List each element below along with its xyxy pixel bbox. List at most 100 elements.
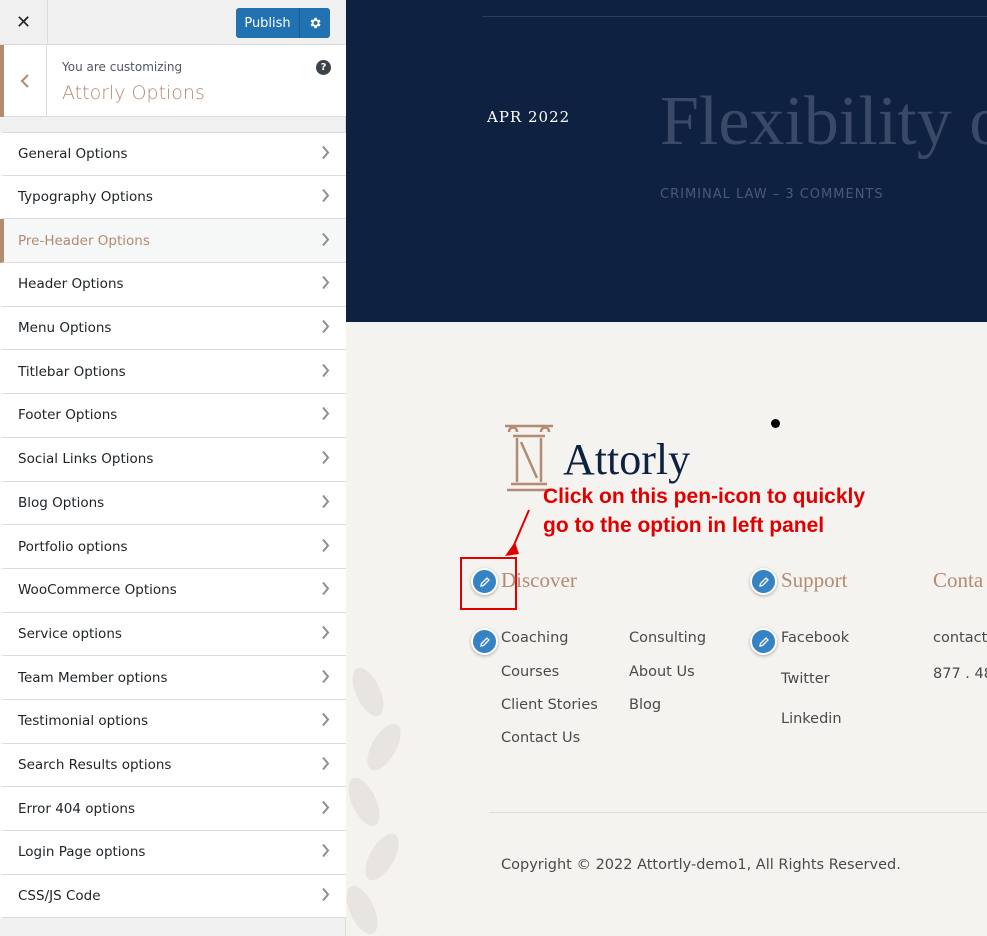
- menu-item-portfolio-options[interactable]: Portfolio options: [0, 525, 346, 569]
- annotation-line-1: Click on this pen-icon to quickly: [543, 485, 866, 508]
- footer-link-linkedin[interactable]: Linkedin: [781, 711, 842, 727]
- menu-item-label: Login Page options: [18, 844, 146, 861]
- footer-link[interactable]: Consulting: [629, 630, 706, 646]
- menu-item-label: General Options: [18, 145, 128, 162]
- menu-item-label: Testimonial options: [18, 713, 149, 730]
- cursor-dot: [771, 419, 780, 428]
- chevron-right-icon: [321, 449, 330, 470]
- post-date: APR 2022: [487, 108, 571, 126]
- pencil-icon: [479, 636, 490, 647]
- post-title[interactable]: Flexibility o: [660, 82, 987, 162]
- site-preview: APR 2022 Flexibility o CRIMINAL LAW – 3 …: [346, 0, 987, 936]
- menu-item-label: Blog Options: [18, 494, 105, 511]
- chevron-right-icon: [321, 318, 330, 339]
- site-logo-text[interactable]: Attorly: [563, 434, 690, 485]
- annotation-callout: Click on this pen-icon to quickly go to …: [543, 482, 865, 540]
- close-customizer-button[interactable]: ✕: [0, 0, 48, 45]
- customizing-info: You are customizing Attorly Options ?: [0, 45, 346, 117]
- site-footer: Attorly Click on this pen-icon to quickl…: [346, 322, 987, 936]
- footer-link[interactable]: Client Stories: [501, 697, 598, 713]
- chevron-right-icon: [321, 754, 330, 775]
- copyright-text: Copyright © 2022 Attortly-demo1, All Rig…: [501, 857, 901, 873]
- footer-link-facebook[interactable]: Facebook: [781, 630, 849, 646]
- chevron-right-icon: [321, 711, 330, 732]
- menu-item-label: Pre-Header Options: [18, 232, 150, 249]
- pencil-icon: [479, 576, 490, 587]
- pencil-icon: [758, 576, 769, 587]
- menu-item-pre-header-options[interactable]: Pre-Header Options: [0, 219, 346, 264]
- menu-item-label: Search Results options: [18, 756, 172, 773]
- footer-link[interactable]: Courses: [501, 664, 559, 680]
- menu-item-service-options[interactable]: Service options: [0, 612, 346, 657]
- back-button[interactable]: [4, 45, 47, 117]
- menu-item-header-options[interactable]: Header Options: [0, 263, 346, 307]
- footer-link[interactable]: Blog: [629, 697, 661, 713]
- customizer-topbar: ✕ Publish: [0, 0, 346, 45]
- gear-icon: [310, 17, 321, 29]
- menu-item-blog-options[interactable]: Blog Options: [0, 481, 346, 526]
- menu-item-label: Error 404 options: [18, 800, 135, 817]
- chevron-right-icon: [321, 886, 330, 907]
- publish-settings-button[interactable]: [300, 8, 330, 38]
- edit-shortcut-support-links[interactable]: [750, 628, 777, 655]
- footer-link[interactable]: Coaching: [501, 630, 568, 646]
- menu-item-footer-options[interactable]: Footer Options: [0, 394, 346, 438]
- edit-shortcut-discover-links[interactable]: [471, 628, 498, 655]
- footer-contact-phone[interactable]: 877 . 48: [933, 666, 987, 682]
- chevron-right-icon: [321, 187, 330, 208]
- customizer-panel: ✕ Publish You are customizing Attorly Op…: [0, 0, 346, 936]
- footer-divider: [489, 812, 987, 813]
- customizing-label: You are customizing: [62, 60, 183, 74]
- menu-item-label: Header Options: [18, 276, 124, 293]
- publish-button[interactable]: Publish: [236, 8, 300, 38]
- options-menu: General Options Typography Options Pre-Hea…: [0, 132, 346, 919]
- leaf-decoration-icon: [346, 667, 401, 935]
- menu-item-label: Footer Options: [18, 407, 118, 424]
- chevron-right-icon: [321, 230, 330, 251]
- menu-item-typography-options[interactable]: Typography Options: [0, 175, 346, 220]
- edit-shortcut-support[interactable]: [750, 568, 777, 595]
- chevron-right-icon: [321, 361, 330, 382]
- footer-heading-discover: Discover: [501, 568, 577, 592]
- post-meta[interactable]: CRIMINAL LAW – 3 COMMENTS: [660, 187, 884, 202]
- menu-item-login-page-options[interactable]: Login Page options: [0, 831, 346, 875]
- menu-item-error-404-options[interactable]: Error 404 options: [0, 787, 346, 831]
- menu-item-menu-options[interactable]: Menu Options: [0, 306, 346, 351]
- footer-link-twitter[interactable]: Twitter: [781, 671, 830, 687]
- chevron-right-icon: [321, 536, 330, 557]
- menu-item-label: CSS/JS Code: [18, 888, 101, 905]
- menu-item-woocommerce-options[interactable]: WooCommerce Options: [0, 568, 346, 613]
- pencil-icon: [758, 636, 769, 647]
- menu-item-label: Titlebar Options: [18, 363, 126, 380]
- close-icon: ✕: [15, 12, 32, 33]
- menu-item-label: Menu Options: [18, 320, 112, 337]
- footer-link[interactable]: About Us: [629, 664, 695, 680]
- menu-item-social-links-options[interactable]: Social Links Options: [0, 437, 346, 482]
- annotation-arrow-icon: [505, 509, 530, 556]
- footer-heading-contact: Conta: [933, 568, 984, 592]
- chevron-right-icon: [321, 667, 330, 688]
- chevron-right-icon: [321, 405, 330, 426]
- hero-divider: [482, 16, 987, 17]
- menu-item-team-member-options[interactable]: Team Member options: [0, 656, 346, 700]
- chevron-right-icon: [321, 274, 330, 295]
- chevron-left-icon: [20, 74, 29, 88]
- panel-title: Attorly Options: [62, 82, 205, 104]
- edit-shortcut-discover[interactable]: [471, 568, 498, 595]
- annotation-line-2: go to the option in left panel: [543, 514, 825, 537]
- publish-group: Publish: [236, 8, 330, 38]
- menu-item-testimonial-options[interactable]: Testimonial options: [0, 699, 346, 744]
- footer-link[interactable]: Contact Us: [501, 730, 580, 746]
- menu-item-label: WooCommerce Options: [18, 582, 177, 599]
- help-icon[interactable]: ?: [316, 60, 331, 75]
- chevron-right-icon: [321, 842, 330, 863]
- menu-item-general-options[interactable]: General Options: [0, 132, 346, 176]
- menu-item-label: Social Links Options: [18, 451, 154, 468]
- menu-item-search-results-options[interactable]: Search Results options: [0, 743, 346, 788]
- footer-contact-email[interactable]: contact: [933, 630, 987, 646]
- chevron-right-icon: [321, 623, 330, 644]
- footer-heading-support: Support: [781, 568, 848, 592]
- menu-item-titlebar-options[interactable]: Titlebar Options: [0, 350, 346, 395]
- menu-item-css-js-code[interactable]: CSS/JS Code: [0, 874, 346, 919]
- chevron-right-icon: [321, 798, 330, 819]
